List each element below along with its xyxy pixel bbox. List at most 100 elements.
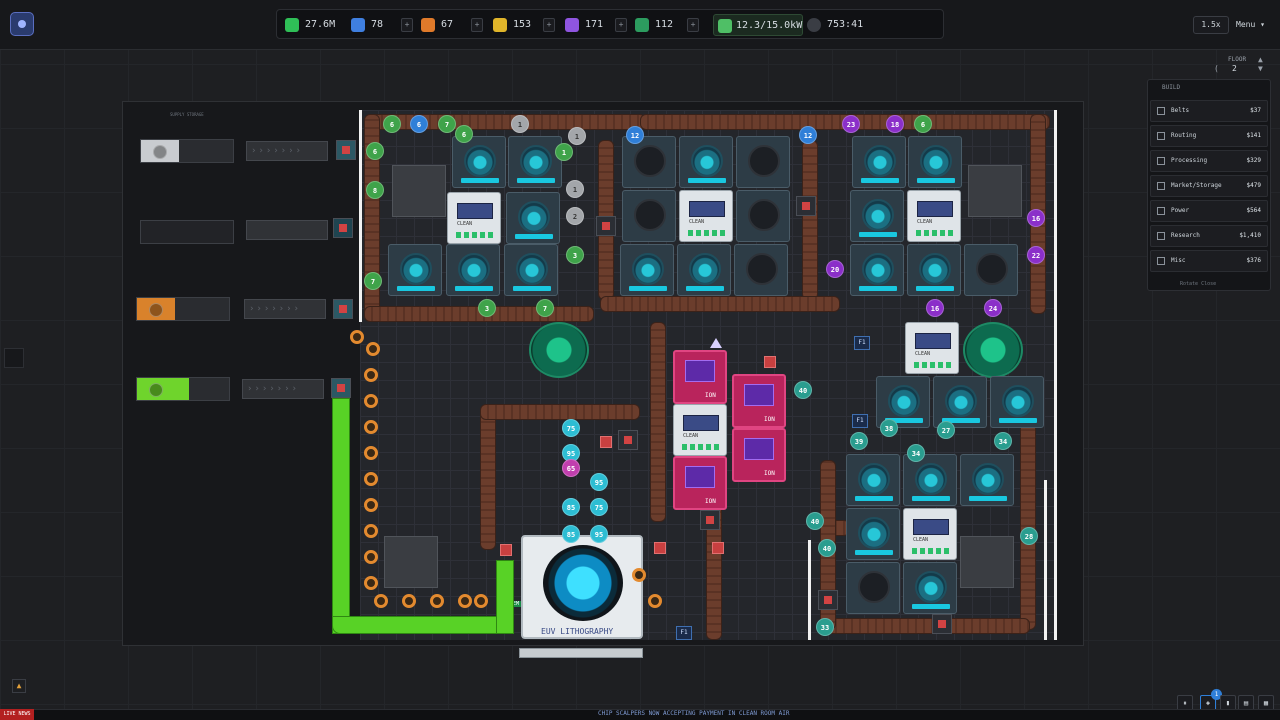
supply-slot-2[interactable]	[140, 220, 234, 244]
chemical-reactor[interactable]	[529, 322, 589, 378]
empty-tile[interactable]	[968, 165, 1022, 217]
etcher-machine[interactable]	[903, 562, 957, 614]
buy-flask-button[interactable]: +	[687, 18, 699, 32]
input-port-2[interactable]	[333, 218, 353, 238]
floor-up-icon[interactable]: ▲	[1258, 55, 1263, 64]
idle-machine[interactable]	[736, 136, 790, 188]
wafer-node[interactable]: 34	[994, 432, 1012, 450]
ion-implanter[interactable]: ION	[732, 374, 786, 428]
etcher-machine[interactable]	[960, 454, 1014, 506]
game-logo-icon[interactable]	[10, 12, 34, 36]
etcher-machine[interactable]	[903, 454, 957, 506]
resource-node[interactable]: 1	[566, 180, 584, 198]
resource-node[interactable]: 6	[914, 115, 932, 133]
wafer-node[interactable]: 40	[818, 539, 836, 557]
resource-node[interactable]: 1	[511, 115, 529, 133]
etcher-machine[interactable]	[508, 136, 562, 188]
etcher-machine[interactable]	[907, 244, 961, 296]
buy-purple-button[interactable]: +	[615, 18, 627, 32]
wafer-node[interactable]: 40	[794, 381, 812, 399]
filter-marker[interactable]: F1	[852, 414, 868, 428]
input-port-1[interactable]	[336, 140, 356, 160]
supply-slot-3[interactable]	[136, 297, 230, 321]
resource-node[interactable]: 8	[366, 181, 384, 199]
empty-tile[interactable]	[392, 165, 446, 217]
etcher-machine[interactable]	[846, 508, 900, 560]
buy-yellow-button[interactable]: +	[543, 18, 555, 32]
resource-node[interactable]: 3	[478, 299, 496, 317]
router-block[interactable]	[712, 542, 724, 554]
etcher-machine[interactable]	[850, 190, 904, 242]
resource-node[interactable]: 7	[364, 272, 382, 290]
build-category-research[interactable]: Research $1,410	[1150, 225, 1268, 247]
resource-node[interactable]: 6	[383, 115, 401, 133]
clean-station[interactable]: CLEAN	[907, 190, 961, 242]
resource-node[interactable]: 2	[566, 207, 584, 225]
wafer-node[interactable]: 34	[907, 444, 925, 462]
resource-node[interactable]: 3	[566, 246, 584, 264]
build-category-power[interactable]: Power $564	[1150, 200, 1268, 222]
router-block[interactable]	[500, 544, 512, 556]
resource-node[interactable]: 24	[984, 299, 1002, 317]
ion-implanter[interactable]: ION	[673, 350, 727, 404]
supply-slot-4[interactable]	[136, 377, 230, 401]
resource-node[interactable]: 23	[842, 115, 860, 133]
wafer-node[interactable]: 38	[880, 419, 898, 437]
idle-machine[interactable]	[846, 562, 900, 614]
build-category-routing[interactable]: Routing $141	[1150, 125, 1268, 147]
splitter-block[interactable]	[618, 430, 638, 450]
idle-machine[interactable]	[622, 136, 676, 188]
input-port-4[interactable]	[331, 378, 351, 398]
alert-icon[interactable]: ▲	[12, 679, 26, 693]
belt-mid[interactable]	[600, 296, 840, 312]
clean-station[interactable]: CLEAN	[905, 322, 959, 374]
etcher-machine[interactable]	[850, 244, 904, 296]
etcher-machine[interactable]	[679, 136, 733, 188]
floor-down-arrow-icon[interactable]: ▼	[1258, 64, 1263, 73]
input-port-3[interactable]	[333, 299, 353, 319]
wafer-node[interactable]: 33	[816, 618, 834, 636]
clean-station[interactable]: CLEAN	[673, 404, 727, 456]
router-block[interactable]	[764, 356, 776, 368]
build-category-market-storage[interactable]: Market/Storage $479	[1150, 175, 1268, 197]
menu-button[interactable]: Menu ▾	[1236, 16, 1272, 34]
belt-loop-top[interactable]	[480, 404, 640, 420]
filter-marker[interactable]: F1	[854, 336, 870, 350]
chemical-pipe-riser[interactable]	[496, 560, 514, 634]
buy-orange-button[interactable]: +	[471, 18, 483, 32]
belt-center-vertical-2[interactable]	[802, 140, 818, 300]
etcher-machine[interactable]	[933, 376, 987, 428]
clean-station[interactable]: CLEAN	[447, 192, 501, 244]
wafer-node[interactable]: 28	[1020, 527, 1038, 545]
build-category-misc[interactable]: Misc $376	[1150, 250, 1268, 272]
floor-down-icon[interactable]: (	[1214, 64, 1219, 73]
splitter-block[interactable]	[818, 590, 838, 610]
wafer-node[interactable]: 85	[562, 498, 580, 516]
clean-station[interactable]: CLEAN	[903, 508, 957, 560]
router-block[interactable]	[600, 436, 612, 448]
etcher-machine[interactable]	[852, 136, 906, 188]
empty-tile[interactable]	[960, 536, 1014, 588]
wafer-node[interactable]: 65	[562, 459, 580, 477]
resource-node[interactable]: 6	[366, 142, 384, 160]
etcher-machine[interactable]	[620, 244, 674, 296]
resource-node[interactable]: 16	[926, 299, 944, 317]
etcher-machine[interactable]	[990, 376, 1044, 428]
wafer-node[interactable]: 75	[562, 419, 580, 437]
belt-right-lower[interactable]	[1020, 420, 1036, 630]
etcher-machine[interactable]	[506, 192, 560, 244]
wafer-node[interactable]: 75	[590, 498, 608, 516]
filter-marker[interactable]: F1	[676, 626, 692, 640]
belt-top-left[interactable]	[366, 114, 646, 130]
idle-machine[interactable]	[734, 244, 788, 296]
etcher-machine[interactable]	[504, 244, 558, 296]
buy-blue-button[interactable]: +	[401, 18, 413, 32]
resource-node[interactable]: 18	[886, 115, 904, 133]
wafer-node[interactable]: 95	[590, 525, 608, 543]
belt-lower-vertical[interactable]	[650, 322, 666, 522]
chemical-pipe-horizontal[interactable]	[332, 616, 512, 634]
supply-slot-1[interactable]	[140, 139, 234, 163]
euv-lithography-machine[interactable]: EUV LITHOGRAPHY	[521, 535, 643, 639]
splitter-block[interactable]	[596, 216, 616, 236]
ion-implanter[interactable]: ION	[673, 456, 727, 510]
